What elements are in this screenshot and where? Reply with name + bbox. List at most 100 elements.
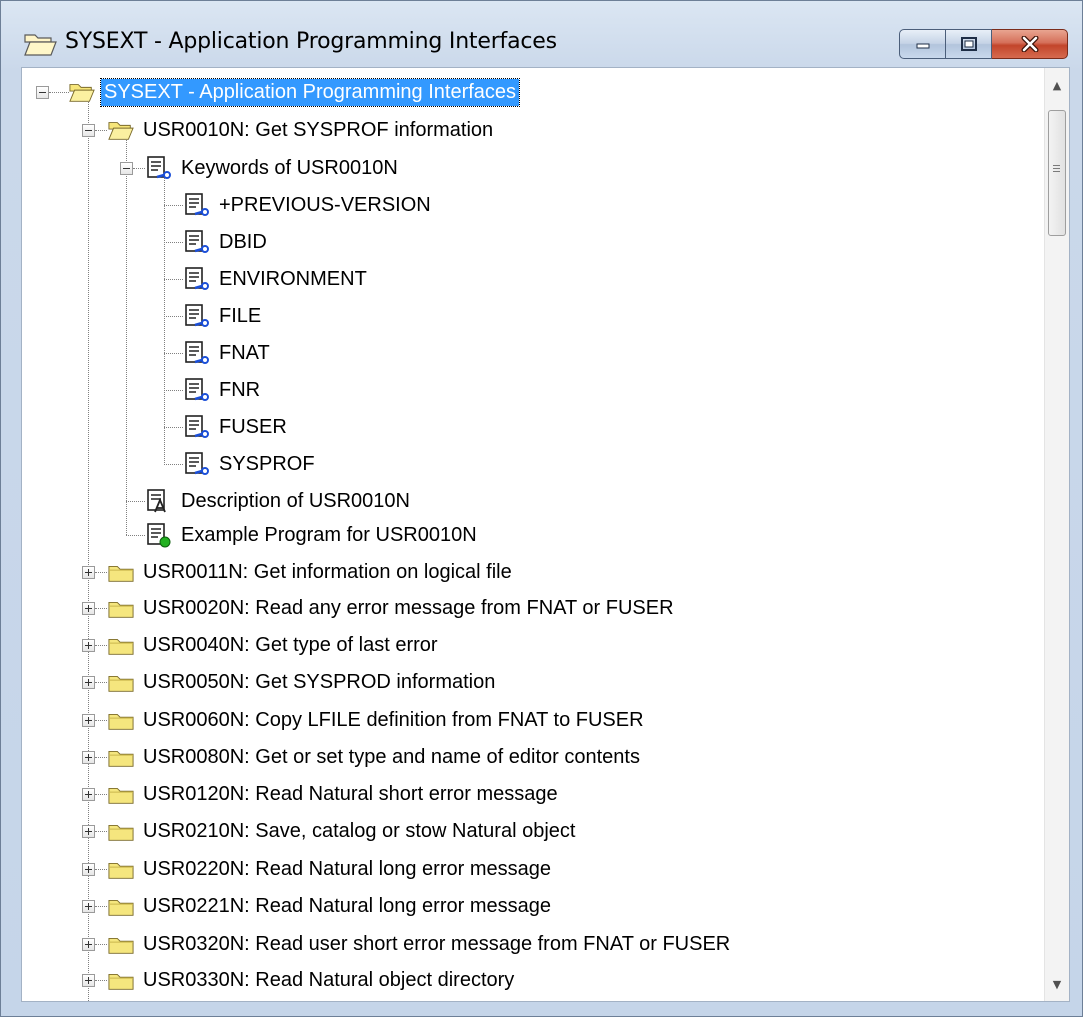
expand-toggle[interactable]	[82, 566, 95, 579]
keyword-list-icon	[147, 156, 171, 179]
tree-node-label: ENVIRONMENT	[219, 267, 367, 290]
tree-node-folder[interactable]: USR0120N: Read Natural short error messa…	[108, 776, 561, 812]
tree-line	[95, 980, 107, 981]
folder-icon	[108, 713, 134, 730]
tree-node-label: USR0020N: Read any error message from FN…	[143, 596, 674, 619]
tree-node-folder[interactable]: USR0320N: Read user short error message …	[108, 926, 733, 962]
tree-node-keyword[interactable]: ENVIRONMENT	[184, 261, 370, 297]
expand-toggle[interactable]	[82, 639, 95, 652]
tree-node-folder[interactable]: USR0330N: Read Natural object directory	[108, 962, 517, 998]
expand-toggle[interactable]	[82, 825, 95, 838]
maximize-button[interactable]	[946, 29, 992, 59]
tree-line	[164, 178, 165, 463]
expand-toggle[interactable]	[82, 602, 95, 615]
tree-node-label: USR0010N: Get SYSPROF information	[143, 118, 494, 141]
tree-node-folder[interactable]: USR0221N: Read Natural long error messag…	[108, 888, 554, 924]
tree-node-folder[interactable]: USR0020N: Read any error message from FN…	[108, 590, 677, 626]
folder-icon	[108, 638, 134, 655]
tree-line	[164, 390, 183, 391]
tree-node-folder[interactable]: USR0080N: Get or set type and name of ed…	[108, 739, 643, 775]
expand-toggle[interactable]	[82, 863, 95, 876]
scrollbar-thumb[interactable]	[1048, 110, 1066, 236]
expand-toggle[interactable]	[82, 714, 95, 727]
tree-line	[49, 92, 69, 93]
tree-node-folder[interactable]: USR0050N: Get SYSPROD information	[108, 664, 498, 700]
tree-node-keyword[interactable]: DBID	[184, 224, 270, 260]
tree-view-panel: SYSEXT - Application Programming Interfa…	[21, 67, 1070, 1002]
tree-node-folder[interactable]: USR0220N: Read Natural long error messag…	[108, 851, 554, 887]
folder-icon	[108, 824, 134, 841]
tree-line	[164, 427, 183, 428]
tree-node-keyword[interactable]: +PREVIOUS-VERSION	[184, 187, 434, 223]
grip-icon	[1053, 165, 1060, 174]
tree-line	[95, 645, 107, 646]
folder-icon	[108, 675, 134, 692]
keyword-icon	[185, 341, 209, 364]
tree-line	[95, 720, 107, 721]
tree-line	[164, 205, 183, 206]
tree-line	[95, 608, 107, 609]
tree-view[interactable]: SYSEXT - Application Programming Interfa…	[22, 68, 1046, 1001]
tree-line	[133, 168, 145, 169]
minimize-icon	[916, 43, 929, 49]
tree-node-folder[interactable]: USR0040N: Get type of last error	[108, 627, 441, 663]
tree-node-label: USR0221N: Read Natural long error messag…	[143, 894, 551, 917]
tree-node-keywords[interactable]: Keywords of USR0010N	[146, 150, 401, 186]
expand-toggle[interactable]	[82, 974, 95, 987]
tree-line	[95, 794, 107, 795]
tree-node-folder[interactable]: USR0011N: Get information on logical fil…	[108, 554, 515, 590]
keyword-icon	[185, 193, 209, 216]
collapse-toggle[interactable]	[36, 86, 49, 99]
close-button[interactable]	[992, 29, 1068, 59]
open-folder-icon	[69, 84, 95, 102]
tree-node-keyword[interactable]: SYSPROF	[184, 446, 318, 482]
tree-node-usr0010n[interactable]: USR0010N: Get SYSPROF information	[108, 112, 496, 148]
folder-icon	[108, 973, 134, 990]
tree-line	[95, 831, 107, 832]
expand-toggle[interactable]	[82, 900, 95, 913]
folder-icon	[108, 937, 134, 954]
scroll-up-button[interactable]: ▲	[1045, 70, 1069, 100]
title-bar[interactable]: SYSEXT - Application Programming Interfa…	[1, 1, 1082, 65]
minimize-button[interactable]	[899, 29, 946, 59]
arrow-down-icon: ▼	[1052, 977, 1062, 991]
tree-node-root[interactable]: SYSEXT - Application Programming Interfa…	[69, 74, 521, 110]
tree-node-label: FNR	[219, 378, 261, 401]
tree-node-description[interactable]: Description of USR0010N	[146, 483, 413, 519]
keyword-icon	[185, 267, 209, 290]
tree-line	[164, 242, 183, 243]
expand-toggle[interactable]	[82, 676, 95, 689]
collapse-toggle[interactable]	[82, 124, 95, 137]
expand-toggle[interactable]	[82, 788, 95, 801]
open-folder-icon	[24, 34, 57, 56]
tree-node-keyword[interactable]: FUSER	[184, 409, 290, 445]
tree-node-keyword[interactable]: FNR	[184, 372, 263, 408]
tree-node-example[interactable]: Example Program for USR0010N	[146, 517, 480, 553]
tree-node-label: USR0210N: Save, catalog or stow Natural …	[143, 819, 576, 842]
application-window: SYSEXT - Application Programming Interfa…	[0, 0, 1083, 1017]
vertical-scrollbar[interactable]: ▲ ▼	[1044, 68, 1069, 1001]
folder-icon	[108, 750, 134, 767]
scroll-down-button[interactable]: ▼	[1045, 969, 1069, 999]
tree-line	[95, 944, 107, 945]
collapse-toggle[interactable]	[120, 162, 133, 175]
tree-line	[95, 572, 107, 573]
tree-node-folder[interactable]: USR0210N: Save, catalog or stow Natural …	[108, 813, 578, 849]
expand-toggle[interactable]	[82, 938, 95, 951]
description-icon	[147, 489, 166, 513]
tree-node-keyword[interactable]: FILE	[184, 298, 264, 334]
keyword-icon	[185, 452, 209, 475]
expand-toggle[interactable]	[82, 751, 95, 764]
tree-node-label: USR0011N: Get information on logical fil…	[143, 560, 512, 583]
tree-node-label: USR0050N: Get SYSPROD information	[143, 670, 496, 693]
window-title: SYSEXT - Application Programming Interfa…	[65, 29, 557, 54]
tree-line	[95, 130, 107, 131]
tree-node-keyword[interactable]: FNAT	[184, 335, 273, 371]
tree-line	[95, 869, 107, 870]
tree-line	[126, 501, 145, 502]
folder-icon	[108, 899, 134, 916]
tree-node-label: USR0320N: Read user short error message …	[143, 932, 731, 955]
window-controls	[899, 29, 1068, 59]
tree-node-label: Example Program for USR0010N	[181, 523, 477, 546]
tree-node-folder[interactable]: USR0060N: Copy LFILE definition from FNA…	[108, 702, 647, 738]
